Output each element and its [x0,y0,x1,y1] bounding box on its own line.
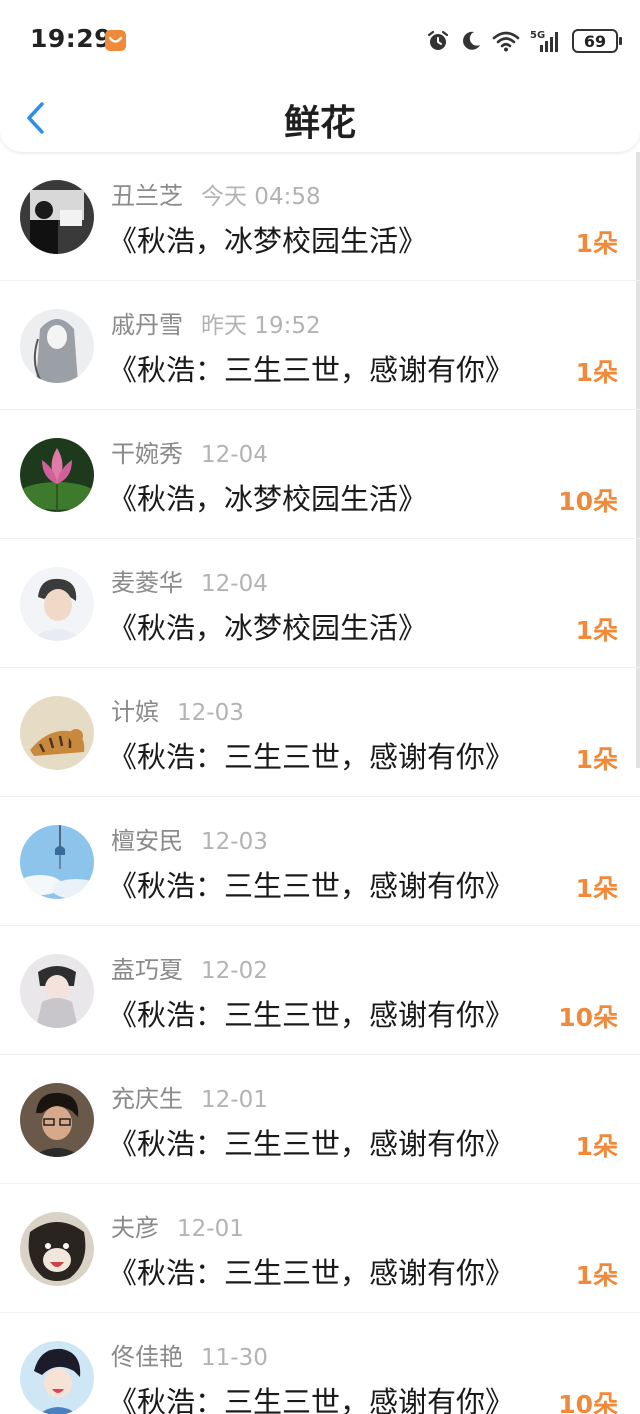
time-label: 11-30 [201,1345,268,1371]
avatar[interactable] [20,696,94,770]
book-title[interactable]: 《秋浩，冰梦校园生活》 [108,605,427,647]
list-item[interactable]: 丑兰芝 今天 04:58 《秋浩，冰梦校园生活》 1朵 [0,152,640,281]
list-item[interactable]: 戚丹雪 昨天 19:52 《秋浩：三生三世，感谢有你》 1朵 [0,281,640,410]
time-label: 12-02 [201,958,268,984]
name-line: 檀安民 12-03 [111,821,268,856]
list-item[interactable]: 檀安民 12-03 《秋浩：三生三世，感谢有你》 1朵 [0,797,640,926]
list-item[interactable]: 计嫔 12-03 《秋浩：三生三世，感谢有你》 1朵 [0,668,640,797]
flower-count: 1朵 [575,229,618,258]
time-label: 12-04 [201,571,268,597]
time-label: 12-01 [201,1087,268,1113]
list-item[interactable]: 佟佳艳 11-30 《秋浩：三生三世，感谢有你》 10朵 [0,1313,640,1414]
book-title[interactable]: 《秋浩：三生三世，感谢有你》 [108,734,514,776]
book-title[interactable]: 《秋浩，冰梦校园生活》 [108,218,427,260]
list-item[interactable]: 干婉秀 12-04 《秋浩，冰梦校园生活》 10朵 [0,410,640,539]
user-name[interactable]: 麦菱华 [111,563,183,598]
flowers-page: 19:29 5G 69 鲜花 丑兰芝 今天 04:58 《秋浩，冰梦校园生活》 … [0,0,640,1414]
user-name[interactable]: 檀安民 [111,821,183,856]
app-notification-icon [105,30,126,51]
list-item[interactable]: 麦菱华 12-04 《秋浩，冰梦校园生活》 1朵 [0,539,640,668]
time-label: 12-01 [177,1216,244,1242]
header: 鲜花 [0,80,640,152]
book-title[interactable]: 《秋浩，冰梦校园生活》 [108,476,427,518]
book-title[interactable]: 《秋浩：三生三世，感谢有你》 [108,1250,514,1292]
name-line: 麦菱华 12-04 [111,563,268,598]
name-line: 充庆生 12-01 [111,1079,268,1114]
time-label: 昨天 19:52 [201,313,321,339]
user-name[interactable]: 佟佳艳 [111,1337,183,1372]
moon-icon [463,31,480,50]
avatar[interactable] [20,1083,94,1157]
user-name[interactable]: 盍巧夏 [111,950,183,985]
wifi-icon [492,31,520,52]
page-title: 鲜花 [283,103,356,144]
flower-count: 10朵 [558,1390,618,1414]
user-name[interactable]: 丑兰芝 [111,176,183,211]
list-item[interactable]: 夫彦 12-01 《秋浩：三生三世，感谢有你》 1朵 [0,1184,640,1313]
avatar[interactable] [20,1341,94,1414]
user-name[interactable]: 计嫔 [111,692,159,727]
book-title[interactable]: 《秋浩：三生三世，感谢有你》 [108,347,514,389]
battery-level: 69 [583,31,607,51]
book-title[interactable]: 《秋浩：三生三世，感谢有你》 [108,1121,514,1163]
avatar[interactable] [20,1212,94,1286]
name-line: 佟佳艳 11-30 [111,1337,268,1372]
user-name[interactable]: 戚丹雪 [111,305,183,340]
time-label: 12-03 [177,700,244,726]
avatar[interactable] [20,180,94,254]
time-label: 12-04 [201,442,268,468]
book-title[interactable]: 《秋浩：三生三世，感谢有你》 [108,992,514,1034]
flower-count: 10朵 [558,487,618,516]
flower-count: 1朵 [575,745,618,774]
name-line: 盍巧夏 12-02 [111,950,268,985]
avatar[interactable] [20,309,94,383]
name-line: 丑兰芝 今天 04:58 [111,176,321,211]
name-line: 戚丹雪 昨天 19:52 [111,305,321,340]
user-name[interactable]: 干婉秀 [111,434,183,469]
list-item[interactable]: 盍巧夏 12-02 《秋浩：三生三世，感谢有你》 10朵 [0,926,640,1055]
battery-indicator: 69 [572,29,622,53]
flower-count: 1朵 [575,1261,618,1290]
flower-count: 1朵 [575,358,618,387]
list-item[interactable]: 充庆生 12-01 《秋浩：三生三世，感谢有你》 1朵 [0,1055,640,1184]
user-name[interactable]: 充庆生 [111,1079,183,1114]
status-time: 19:29 [30,24,113,53]
name-line: 干婉秀 12-04 [111,434,268,469]
flower-count: 1朵 [575,616,618,645]
name-line: 计嫔 12-03 [111,692,244,727]
time-label: 12-03 [201,829,268,855]
flower-list: 丑兰芝 今天 04:58 《秋浩，冰梦校园生活》 1朵 戚丹雪 昨天 19:52… [0,152,640,1414]
book-title[interactable]: 《秋浩：三生三世，感谢有你》 [108,1379,514,1414]
flower-count: 1朵 [575,1132,618,1161]
flower-count: 10朵 [558,1003,618,1032]
top-bar: 19:29 5G 69 鲜花 [0,0,640,152]
status-bar: 19:29 5G 69 [0,0,640,80]
name-line: 夫彦 12-01 [111,1208,244,1243]
alarm-icon [427,30,449,50]
time-label: 今天 04:58 [201,184,321,210]
user-name[interactable]: 夫彦 [111,1208,159,1243]
avatar[interactable] [20,438,94,512]
flower-count: 1朵 [575,874,618,903]
avatar[interactable] [20,825,94,899]
network-type: 5G [530,30,545,41]
avatar[interactable] [20,567,94,641]
avatar[interactable] [20,954,94,1028]
signal-icon: 5G [530,30,558,52]
book-title[interactable]: 《秋浩：三生三世，感谢有你》 [108,863,514,905]
status-icons: 5G 69 [426,26,622,56]
